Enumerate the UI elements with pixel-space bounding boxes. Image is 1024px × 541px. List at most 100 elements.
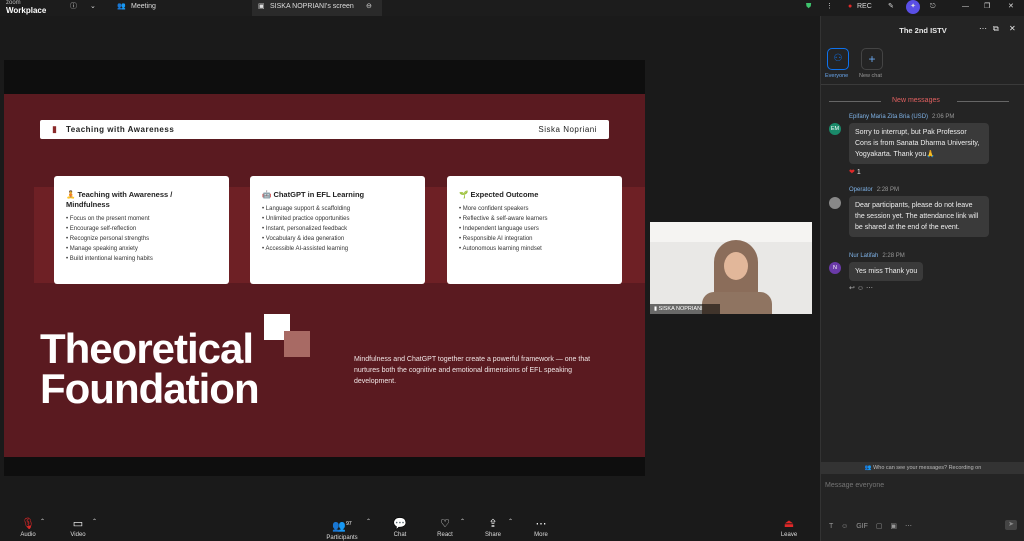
video-button[interactable]: ▭ Video [66,518,90,538]
avatar: EM [829,123,841,135]
screenshot-icon[interactable]: ▣ [890,523,897,530]
avatar: N [829,262,841,274]
slide-header-bar: ▮ Teaching with Awareness Siska Nopriani [40,120,609,139]
slide-big-title: Theoretical Foundation [40,328,260,410]
list-item: Instant, personalized feedback [262,224,413,234]
react-options-chevron-icon[interactable]: ⌃ [460,518,465,525]
decor-square [284,331,310,357]
shield-icon[interactable]: ⛊ [806,0,811,16]
leave-icon: ⏏ [783,518,795,530]
video-bg-text [654,236,714,266]
everyone-chat-button[interactable]: ⚇ [827,48,849,70]
rec-label[interactable]: REC [857,0,872,16]
exit-icon[interactable]: ⎋ [930,0,936,16]
presenter-video[interactable]: ▮ SISKA NOPRIANI [650,222,812,314]
chat-message[interactable]: Nur Latifah 2:28 PM Yes miss Thank you ↩ … [849,252,924,292]
card-title: Teaching with Awareness / Mindfulness [66,190,173,209]
chat-bubble-icon: 💬 [393,518,407,530]
meeting-label[interactable]: Meeting [131,0,156,16]
minimize-icon[interactable]: — [962,0,969,16]
sender-name: Epifany Maria Zita Bria (USD) [849,114,929,120]
more-button[interactable]: ⋯ More [530,518,552,538]
format-toolbar: T ☺ GIF ▢ ▣ ⋯ [829,522,912,530]
audio-button[interactable]: 🎙 Audio [16,518,40,538]
participant-name-label: ▮ SISKA NOPRIANI [650,304,720,314]
tab-label: SISKA NOPRIANI's screen [270,3,354,10]
plus-icon: + [868,52,876,66]
reaction[interactable]: ❤ 1 [849,168,989,176]
react-button[interactable]: ♡ React [434,518,456,538]
message-time: 2:28 PM [876,187,900,193]
more-options-icon[interactable]: ⋯ [979,24,987,33]
message-input[interactable] [825,477,1021,493]
list-item: Autonomous learning mindset [459,244,610,254]
react-label: React [437,532,453,538]
chat-message[interactable]: Epifany Maria Zita Bria (USD) 2:06 PM Sor… [849,113,989,176]
meeting-icon[interactable]: 👥 [117,0,126,16]
video-options-chevron-icon[interactable]: ⌃ [92,518,97,525]
list-item: Unlimited practice opportunities [262,214,413,224]
new-chat-label: New chat [859,73,882,79]
participants-icon: 👥97 [332,520,352,533]
participants-label: Participants [326,534,358,541]
sender-name: Nur Latifah [849,253,879,259]
divider-line [829,101,881,102]
edit-icon[interactable]: ✎ [888,0,894,16]
more-vertical-icon[interactable]: ⋮ [826,0,833,16]
reply-icon[interactable]: ↩ [849,285,855,292]
file-icon[interactable]: ▢ [876,523,883,530]
participants-options-chevron-icon[interactable]: ⌃ [366,518,371,525]
audio-label: Audio [20,532,36,538]
new-messages-label: New messages [892,97,940,104]
restore-icon[interactable]: ❐ [984,0,990,16]
slide-header-title: Teaching with Awareness [66,125,175,134]
emoji-icon[interactable]: ☺ [857,285,864,292]
tab-shared-screen[interactable]: ▣ SISKA NOPRIANI's screen ⊖ [252,0,382,16]
close-icon[interactable]: ✕ [1009,24,1016,33]
divider [821,84,1024,85]
visibility-note[interactable]: 👥 Who can see your messages? Recording o… [821,462,1024,474]
chat-panel: The 2nd ISTV ⋯ ⧉ ✕ ⚇ Everyone + New chat… [820,16,1024,541]
close-icon[interactable]: ✕ [1008,0,1014,16]
share-screen-icon: ⇪ [488,518,498,530]
slide-paragraph: Mindfulness and ChatGPT together create … [354,356,591,385]
message-actions: ↩ ☺ ⋯ [849,284,923,292]
send-icon[interactable]: ➤ [1005,520,1017,530]
more-options-icon[interactable]: ⊖ [366,0,372,16]
participants-button[interactable]: 👥97 Participants [322,518,362,541]
info-icon[interactable]: ⓘ [70,0,77,16]
chat-button[interactable]: 💬 Chat [390,518,410,538]
card-title: Expected Outcome [470,190,539,199]
signal-icon: ▮ [654,306,658,312]
list-item: Language support & scaffolding [262,204,413,214]
ai-companion-icon[interactable]: ✦ [906,0,920,14]
message-time: 2:28 PM [882,253,905,259]
leave-button[interactable]: ⏏ Leave [778,518,800,538]
text-format-icon[interactable]: T [829,523,833,530]
popout-icon[interactable]: ⧉ [993,24,999,34]
chat-message[interactable]: Operator 2:28 PM Dear participants, pleas… [849,186,989,237]
mic-muted-icon: 🎙 [21,518,35,530]
slide-body: ▮ Teaching with Awareness Siska Nopriani… [4,94,645,457]
more-horizontal-icon: ⋯ [535,518,547,530]
emoji-icon[interactable]: ☺ [841,523,848,530]
list-item: Build intentional learning habits [66,254,217,264]
title-bar: zoom Workplace ⓘ ⌄ 👥 Meeting ▣ SISKA NOP… [0,0,1024,16]
person-face [724,252,748,280]
new-chat-button[interactable]: + [861,48,883,70]
gif-icon[interactable]: GIF [856,523,868,530]
sprout-icon: 🌱 [459,190,469,199]
chevron-down-icon[interactable]: ⌄ [90,0,96,16]
screen-share-icon: ▣ [258,3,265,10]
group-icon: ⚇ [833,53,843,64]
rec-dot-icon: ● [848,3,853,10]
more-horizontal-icon[interactable]: ⋯ [866,285,873,292]
audio-options-chevron-icon[interactable]: ⌃ [40,518,45,525]
share-options-chevron-icon[interactable]: ⌃ [508,518,513,525]
share-button[interactable]: ⇪ Share [482,518,504,538]
message-text: Sorry to interrupt, but Pak Professor Co… [849,123,989,164]
message-text: Dear participants, please do not leave t… [849,196,989,237]
everyone-label: Everyone [825,73,849,79]
heart-icon: ♡ [440,518,450,530]
more-horizontal-icon[interactable]: ⋯ [905,523,912,530]
